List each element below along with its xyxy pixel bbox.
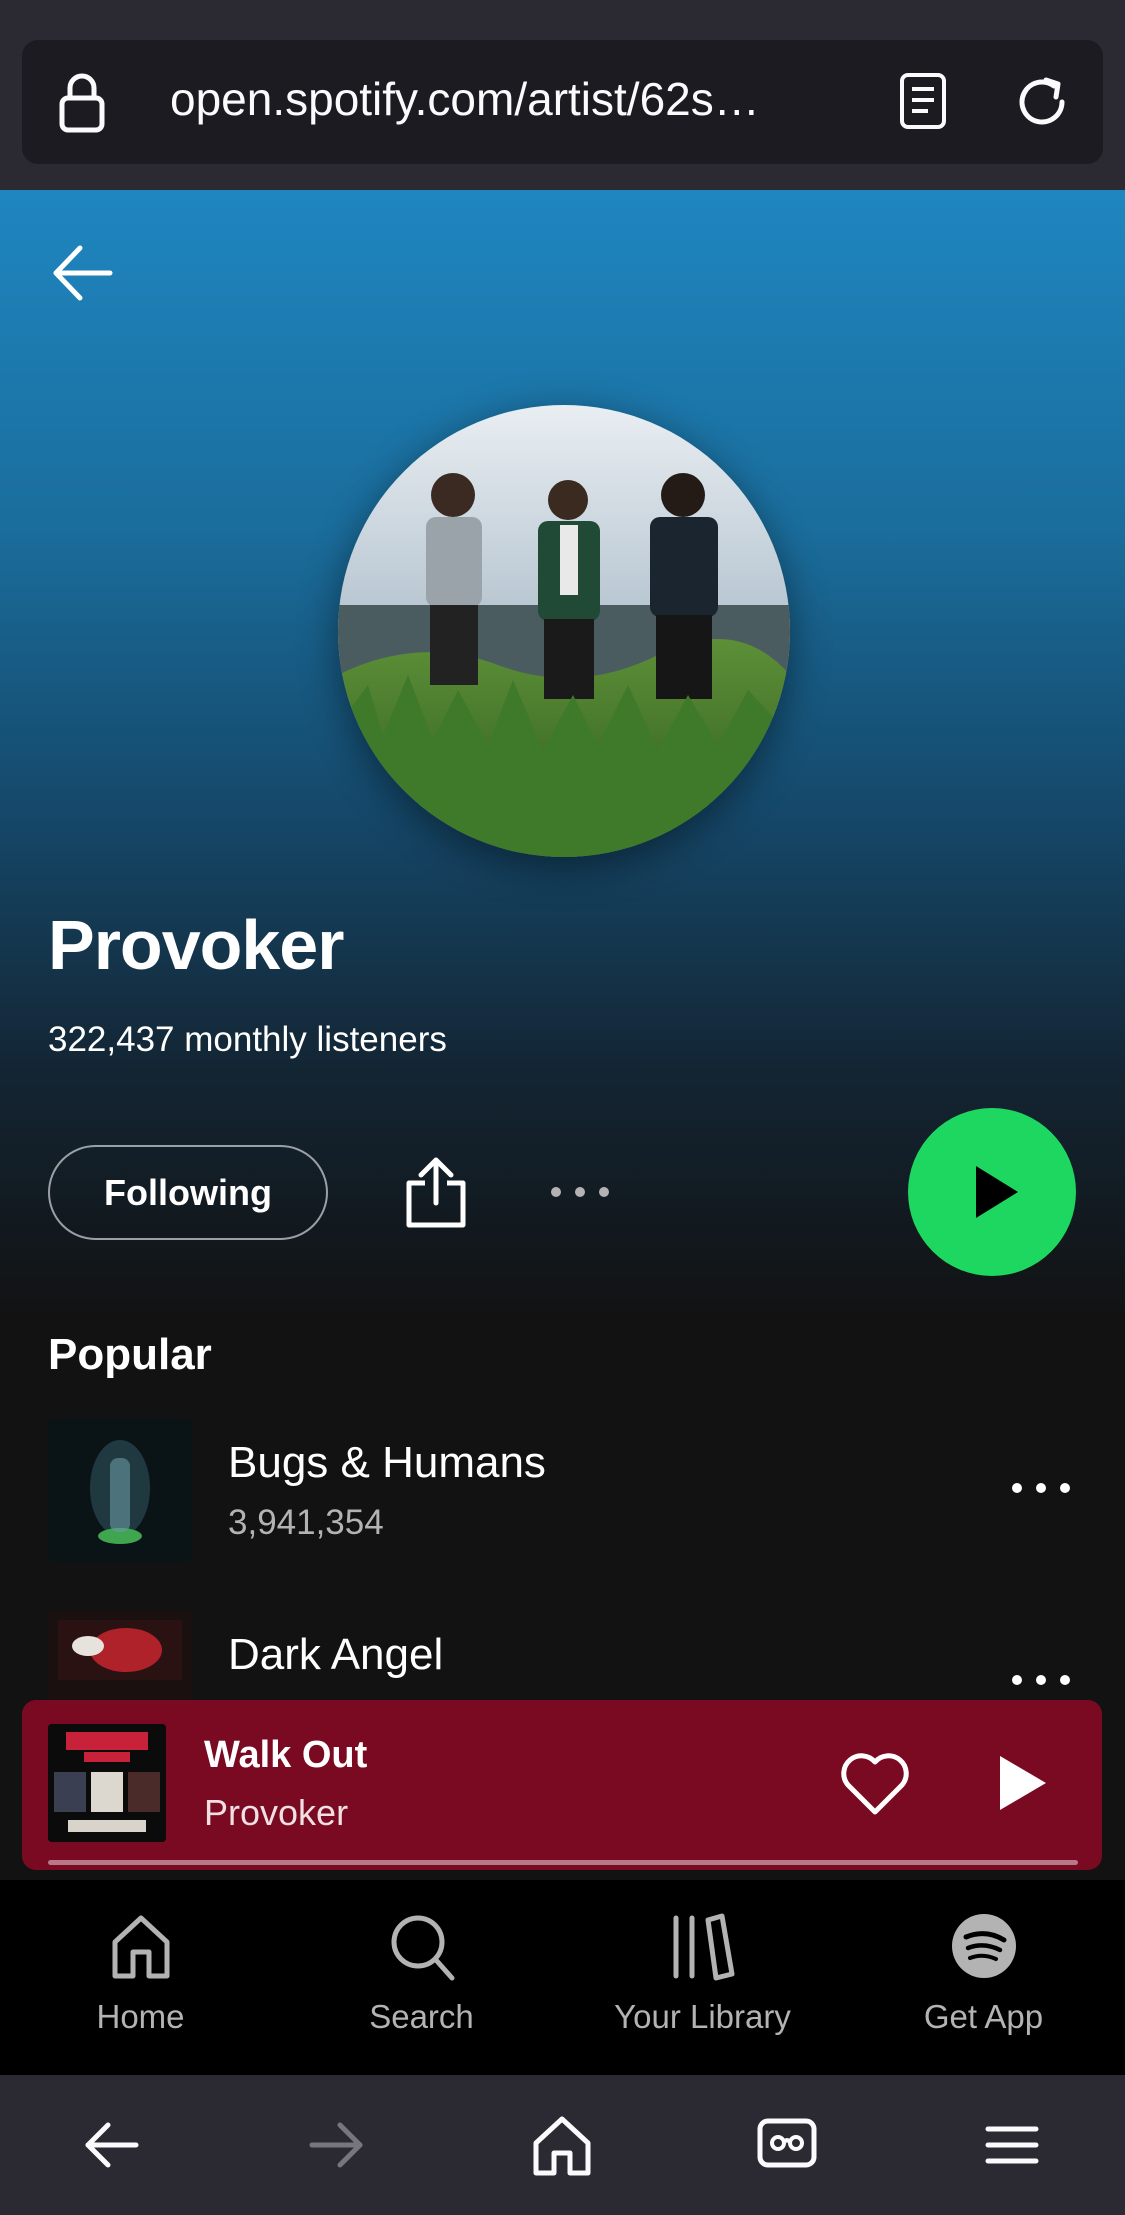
- back-arrow-icon[interactable]: [50, 240, 116, 306]
- nav-item-get-app[interactable]: Get App: [843, 1880, 1124, 2075]
- browser-home-icon[interactable]: [530, 2115, 594, 2177]
- private-tabs-icon[interactable]: [756, 2115, 818, 2171]
- lock-icon: [59, 73, 105, 133]
- nav-item-search[interactable]: Search: [281, 1880, 562, 2075]
- nav-label-home: Home: [96, 1998, 185, 2035]
- track-title: Bugs & Humans: [228, 1438, 546, 1487]
- track-title: Dark Angel: [228, 1630, 444, 1679]
- share-icon[interactable]: [403, 1155, 469, 1229]
- artist-photo: [338, 405, 790, 857]
- browser-menu-icon[interactable]: [982, 2115, 1042, 2175]
- artist-name: Provoker: [48, 906, 344, 984]
- mini-player[interactable]: Walk Out Provoker: [22, 1700, 1102, 1870]
- reader-mode-icon[interactable]: [898, 72, 948, 130]
- now-playing-cover: [48, 1724, 166, 1842]
- popular-heading: Popular: [48, 1330, 212, 1379]
- track-more-icon[interactable]: [1010, 1478, 1072, 1498]
- nav-item-home[interactable]: Home: [0, 1880, 281, 2075]
- track-row[interactable]: Bugs & Humans 3,941,354: [0, 1418, 1125, 1568]
- monthly-listeners: 322,437 monthly listeners: [48, 1020, 447, 1059]
- nav-label-library: Your Library: [614, 1998, 791, 2035]
- browser-forward-icon[interactable]: [306, 2115, 366, 2175]
- url-text[interactable]: open.spotify.com/artist/62s…: [170, 72, 760, 126]
- library-icon: [673, 1913, 734, 1981]
- now-playing-artist: Provoker: [204, 1792, 349, 1833]
- mini-play-icon[interactable]: [994, 1752, 1050, 1814]
- spotify-logo-icon: [951, 1914, 1016, 1978]
- track-cover: [48, 1418, 192, 1562]
- heart-icon[interactable]: [838, 1750, 912, 1816]
- browser-back-icon[interactable]: [82, 2115, 142, 2175]
- track-more-icon[interactable]: [1010, 1670, 1072, 1690]
- bottom-nav: Home Search Your Library Get App: [0, 1880, 1125, 2075]
- browser-top-bar: open.spotify.com/artist/62s…: [0, 0, 1125, 190]
- play-icon: [976, 1166, 1018, 1218]
- nav-label-get-app: Get App: [923, 1998, 1044, 2035]
- now-playing-title: Walk Out: [204, 1734, 368, 1776]
- nav-label-search: Search: [369, 1998, 474, 2035]
- following-button[interactable]: Following: [48, 1145, 328, 1240]
- home-icon: [112, 1915, 169, 1979]
- search-icon: [391, 1915, 454, 1981]
- browser-bottom-toolbar: [0, 2075, 1125, 2215]
- playback-progress[interactable]: [48, 1860, 1078, 1865]
- more-options-icon[interactable]: [548, 1178, 612, 1206]
- nav-item-library[interactable]: Your Library: [562, 1880, 843, 2075]
- reload-icon[interactable]: [1012, 72, 1072, 132]
- track-play-count: 3,941,354: [228, 1503, 384, 1542]
- play-button[interactable]: [908, 1108, 1076, 1276]
